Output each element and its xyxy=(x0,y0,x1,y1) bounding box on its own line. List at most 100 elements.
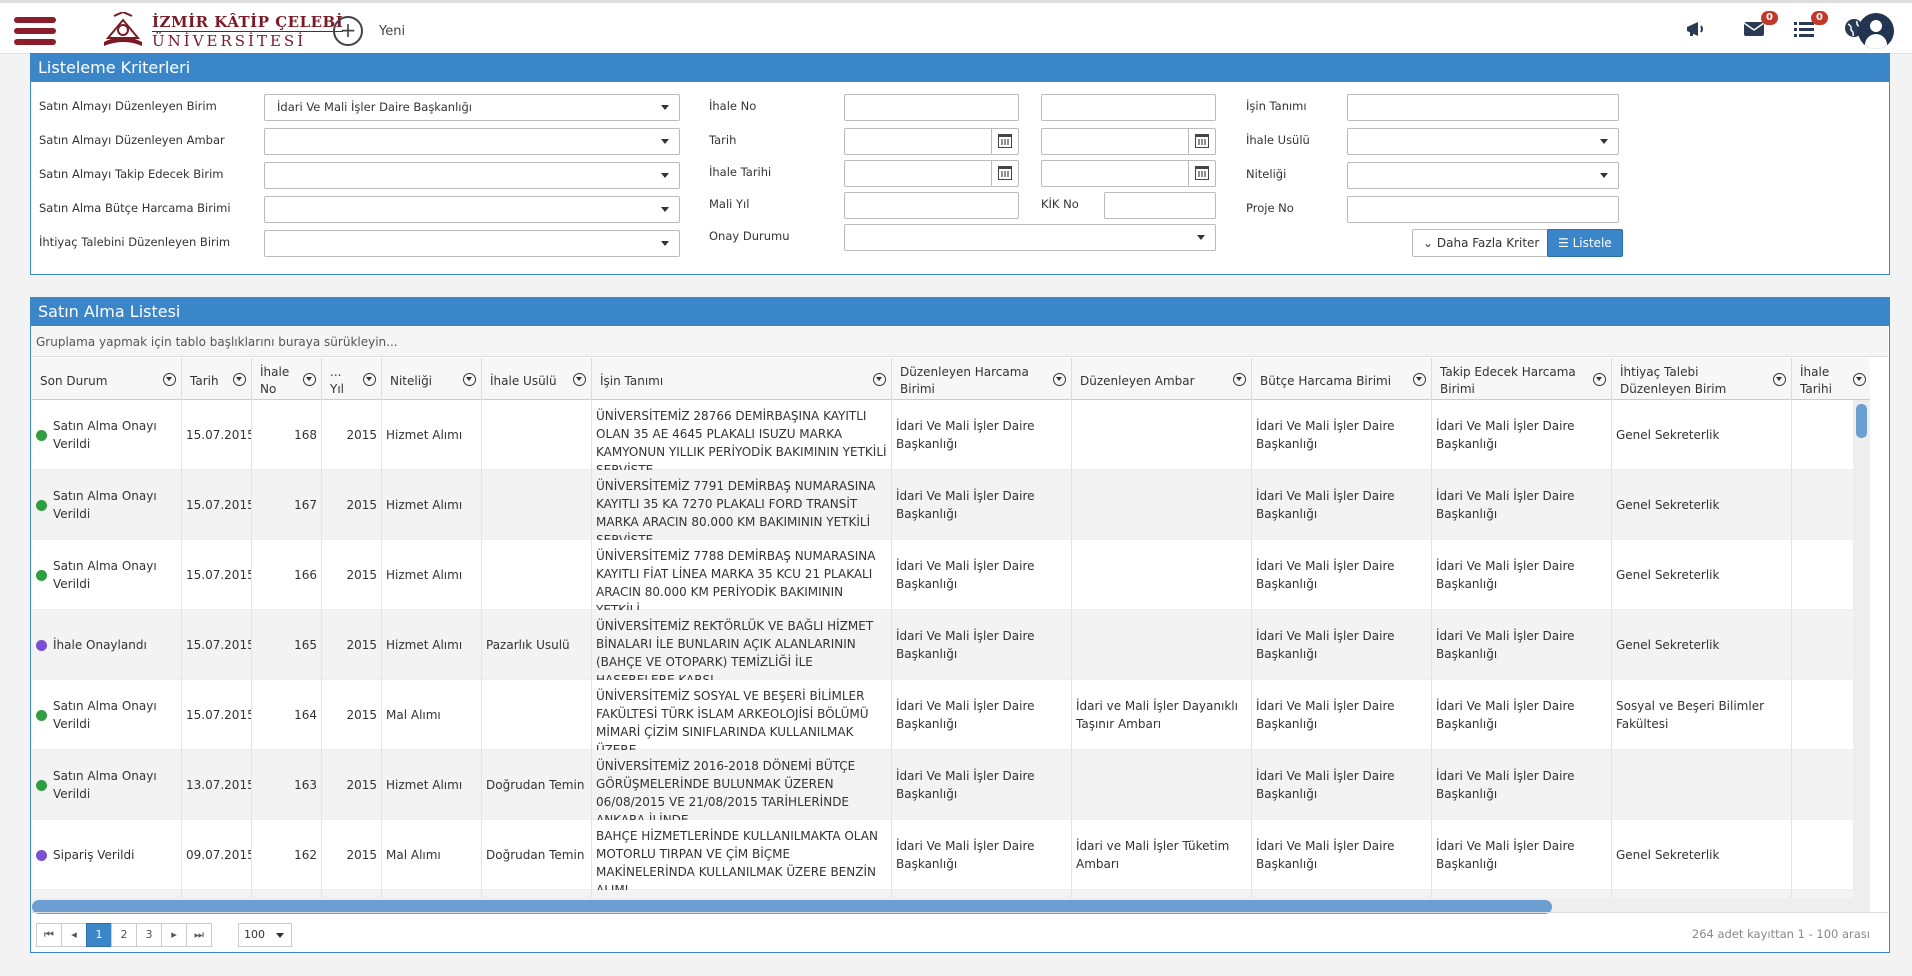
table-cell-type xyxy=(382,890,482,898)
next-page-icon[interactable]: ▸ xyxy=(161,923,187,947)
follow-unit-select[interactable] xyxy=(264,162,680,189)
calendar-icon[interactable] xyxy=(998,134,1012,148)
tender-date-to-input[interactable] xyxy=(1041,160,1216,187)
organizing-depot-select[interactable] xyxy=(264,128,680,155)
ihale-no-from-input[interactable] xyxy=(844,94,1019,121)
table-cell-no: 167 xyxy=(252,470,322,540)
list-button[interactable]: ☰ Listele xyxy=(1547,229,1623,257)
page-3-button[interactable]: 3 xyxy=(136,923,162,947)
organizing-unit-select[interactable]: İdari Ve Mali İşler Daire Başkanlığı xyxy=(264,94,680,121)
megaphone-icon[interactable] xyxy=(1682,17,1710,45)
status-dot-icon xyxy=(36,849,47,861)
column-header[interactable]: Düzenleyen Ambar xyxy=(1072,358,1252,400)
filter-icon[interactable] xyxy=(303,373,316,386)
table-cell-no: 165 xyxy=(252,610,322,680)
filter-icon[interactable] xyxy=(1413,373,1426,386)
table-row[interactable]: Satın Alma Onayı Verildi 15.07.2015 166 201… xyxy=(32,540,1870,610)
table-row[interactable]: Satın Alma Onayı Verildi 15.07.2015 164 201… xyxy=(32,680,1870,750)
column-header[interactable]: Niteliği xyxy=(382,358,482,400)
table-cell-need xyxy=(1612,750,1792,820)
table-cell-year: 2015 xyxy=(322,820,382,890)
task-list-icon[interactable]: 0 xyxy=(1790,11,1828,45)
column-header[interactable]: İhale Usülü xyxy=(482,358,592,400)
table-row[interactable]: Satın Alma Onayı Verildi 15.07.2015 168 201… xyxy=(32,400,1870,470)
table-row[interactable]: İhale Onaylandı 15.07.2015 165 2015 Hizmet A… xyxy=(32,610,1870,680)
filter-icon[interactable] xyxy=(163,373,176,386)
column-header[interactable]: İhale Tarihi xyxy=(1792,358,1870,400)
last-page-icon[interactable]: ⏭ xyxy=(186,923,212,947)
column-header[interactable]: Takip Edecek Harcama Birimi xyxy=(1432,358,1612,400)
chevron-down-icon xyxy=(661,139,669,144)
page-1-button[interactable]: 1 xyxy=(86,923,112,947)
cell-text: Genel Sekreterlik xyxy=(1616,568,1720,582)
calendar-icon[interactable] xyxy=(1195,134,1209,148)
column-header[interactable]: İhtiyaç Talebi Düzenleyen Birim xyxy=(1612,358,1792,400)
approval-status-select[interactable] xyxy=(844,224,1216,251)
first-page-icon[interactable]: ⏮ xyxy=(36,923,62,947)
budget-unit-select[interactable] xyxy=(264,196,680,223)
table-cell-need: Genel Sekreterlik xyxy=(1612,610,1792,680)
table-row[interactable]: ÜNİVERSİTEMİZ TIP FAKÜLTESİ ANATOMİ xyxy=(32,890,1870,898)
page-size-value: 100 xyxy=(244,928,265,941)
university-logo[interactable]: İZMİR KÂTİP ÇELEBİ ÜNİVERSİTESİ xyxy=(100,11,344,51)
column-header[interactable]: Bütçe Harcama Birimi xyxy=(1252,358,1432,400)
more-criteria-button[interactable]: ⌄ Daha Fazla Kriter xyxy=(1412,229,1551,257)
filter-icon[interactable] xyxy=(573,373,586,386)
cell-text: İdari Ve Mali İşler Daire Başkanlığı xyxy=(896,489,1035,521)
table-cell-type: Hizmet Alımı xyxy=(382,750,482,820)
filter-icon[interactable] xyxy=(233,373,246,386)
mail-icon[interactable]: 0 xyxy=(1740,11,1778,45)
filter-icon[interactable] xyxy=(363,373,376,386)
user-avatar[interactable] xyxy=(1858,13,1894,49)
filter-icon[interactable] xyxy=(463,373,476,386)
date-from-input[interactable] xyxy=(844,128,1019,155)
ihale-no-to-input[interactable] xyxy=(1041,94,1216,121)
filter-icon[interactable] xyxy=(1853,373,1866,386)
kik-no-label: KİK No xyxy=(1041,197,1079,211)
page-size-select[interactable]: 100 xyxy=(238,923,292,947)
filter-icon[interactable] xyxy=(1053,373,1066,386)
new-button[interactable]: + Yeni xyxy=(333,16,405,46)
column-header[interactable]: ... Yıl xyxy=(322,358,382,400)
table-cell-no: 163 xyxy=(252,750,322,820)
filter-icon[interactable] xyxy=(873,373,886,386)
filter-icon[interactable] xyxy=(1593,373,1606,386)
prev-page-icon[interactable]: ◂ xyxy=(61,923,87,947)
column-header-label: Son Durum xyxy=(40,373,108,388)
horizontal-scrollbar[interactable] xyxy=(32,898,1870,914)
page-2-button[interactable]: 2 xyxy=(111,923,137,947)
table-cell-method xyxy=(482,680,592,750)
type-select[interactable] xyxy=(1347,162,1619,189)
kik-no-input[interactable] xyxy=(1104,192,1216,219)
column-header[interactable]: İhale No xyxy=(252,358,322,400)
table-cell-desc: ÜNİVERSİTEMİZ 28766 DEMİRBAŞINA KAYITLI … xyxy=(592,400,892,470)
tender-date-from-input[interactable] xyxy=(844,160,1019,187)
column-header[interactable]: Düzenleyen Harcama Birimi xyxy=(892,358,1072,400)
filter-icon[interactable] xyxy=(1773,373,1786,386)
calendar-icon[interactable] xyxy=(998,166,1012,180)
menu-icon[interactable] xyxy=(14,17,56,47)
table-cell-follow: İdari Ve Mali İşler Daire Başkanlığı xyxy=(1432,610,1612,680)
group-drop-zone[interactable]: Gruplama yapmak için tablo başlıklarını … xyxy=(32,327,1888,357)
table-cell-year: 2015 xyxy=(322,400,382,470)
table-cell-unit: İdari Ve Mali İşler Daire Başkanlığı xyxy=(892,680,1072,750)
project-no-input[interactable] xyxy=(1347,196,1619,223)
cell-text: İdari Ve Mali İşler Daire Başkanlığı xyxy=(1436,629,1575,661)
table-row[interactable]: Satın Alma Onayı Verildi 13.07.2015 163 201… xyxy=(32,750,1870,820)
vertical-scrollbar[interactable] xyxy=(1853,400,1870,898)
column-header[interactable]: Son Durum xyxy=(32,358,182,400)
tender-method-select[interactable] xyxy=(1347,128,1619,155)
column-header[interactable]: Tarih xyxy=(182,358,252,400)
fiscal-year-input[interactable] xyxy=(844,192,1019,219)
calendar-icon[interactable] xyxy=(1195,166,1209,180)
date-to-input[interactable] xyxy=(1041,128,1216,155)
filter-icon[interactable] xyxy=(1233,373,1246,386)
cell-text: Satın Alma Onayı Verildi xyxy=(53,559,157,591)
column-header[interactable]: İşin Tanımı xyxy=(592,358,892,400)
table-row[interactable]: Sipariş Verildi 09.07.2015 162 2015 Mal Alım… xyxy=(32,820,1870,890)
job-description-input[interactable] xyxy=(1347,94,1619,121)
need-unit-select[interactable] xyxy=(264,230,680,257)
cell-text: 2015 xyxy=(346,848,377,862)
table-row[interactable]: Satın Alma Onayı Verildi 15.07.2015 167 201… xyxy=(32,470,1870,540)
table-cell-desc: ÜNİVERSİTEMİZ SOSYAL VE BEŞERİ BİLİMLER … xyxy=(592,680,892,750)
